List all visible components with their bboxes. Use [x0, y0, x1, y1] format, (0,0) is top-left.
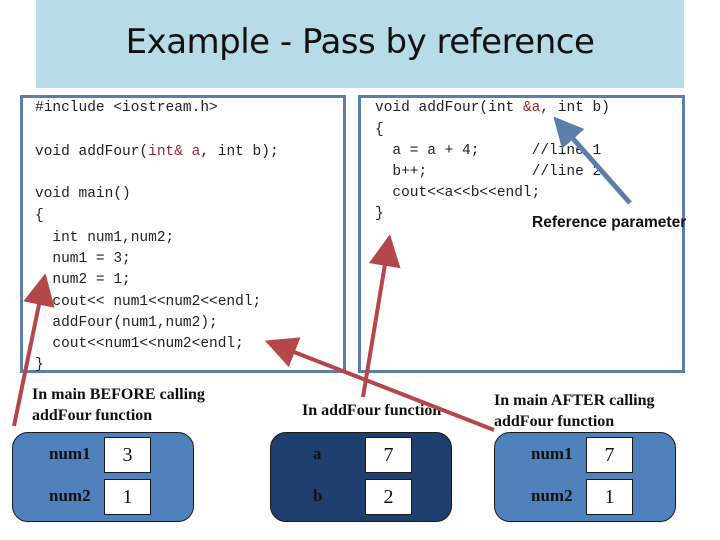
- code-line-assign-num2: num2 = 1;: [35, 272, 131, 288]
- caption-before: In main BEFORE calling addFour function: [32, 384, 205, 426]
- memory-before: num1 3 num2 1: [12, 432, 194, 522]
- code-line-open-brace: {: [375, 122, 384, 138]
- code-token: , int b): [540, 100, 610, 116]
- code-token: void addFour(: [35, 144, 149, 160]
- reference-param-token: &a: [522, 100, 541, 116]
- caption-during: In addFour function: [302, 402, 442, 419]
- var-name: num2: [49, 486, 91, 505]
- code-line-declare: int num1,num2;: [35, 230, 175, 246]
- caption-line: addFour function: [32, 407, 153, 424]
- code-line-cout-before: cout<< num1<<num2<<endl;: [35, 294, 262, 310]
- code-line-signature: void addFour(int &a, int b): [375, 100, 610, 116]
- caption-line: In main AFTER calling: [494, 392, 655, 409]
- code-line-prototype: void addFour(int& a, int b);: [35, 144, 279, 160]
- code-line-cout-after: cout<<num1<<num2<endl;: [35, 336, 244, 352]
- code-token: , int b);: [200, 144, 279, 160]
- var-value: 1: [104, 479, 151, 515]
- var-name: num2: [531, 486, 573, 505]
- memory-during: a 7 b 2: [270, 432, 452, 522]
- caption-after: In main AFTER calling addFour function: [494, 390, 654, 432]
- code-line-assign-num1: num1 = 3;: [35, 251, 131, 267]
- title-band: Example - Pass by reference: [36, 0, 684, 88]
- code-line-open-brace: {: [35, 208, 44, 224]
- code-line-include: #include <iostream.h>: [35, 100, 218, 116]
- code-line-close-brace: }: [375, 206, 384, 222]
- code-token: void addFour(int: [375, 100, 523, 116]
- code-line-call: addFour(num1,num2);: [35, 315, 218, 331]
- var-value: 3: [104, 437, 151, 473]
- code-line-line1: a = a + 4; //line 1: [375, 143, 602, 159]
- var-name: a: [313, 444, 322, 463]
- code-line-line2: b++; //line 2: [375, 164, 602, 180]
- memory-after: num1 7 num2 1: [494, 432, 676, 522]
- main-code-panel: #include <iostream.h> void addFour(int& …: [20, 95, 346, 373]
- caption-line: addFour function: [494, 413, 615, 430]
- function-code-panel: void addFour(int &a, int b) { a = a + 4;…: [358, 95, 685, 373]
- code-line-main: void main(): [35, 186, 131, 202]
- var-name: num1: [49, 444, 91, 463]
- var-name: b: [313, 486, 323, 505]
- slide-title: Example - Pass by reference: [125, 22, 595, 62]
- var-value: 2: [365, 479, 412, 515]
- reference-parameter-label: Reference parameter: [532, 214, 687, 231]
- caption-line: In main BEFORE calling: [32, 386, 205, 403]
- reference-param-token: int& a: [148, 144, 201, 160]
- var-value: 7: [586, 437, 633, 473]
- code-line-cout: cout<<a<<b<<endl;: [375, 185, 541, 201]
- var-value: 1: [586, 479, 633, 515]
- var-name: num1: [531, 444, 573, 463]
- code-line-close-brace: }: [35, 357, 44, 373]
- var-value: 7: [365, 437, 412, 473]
